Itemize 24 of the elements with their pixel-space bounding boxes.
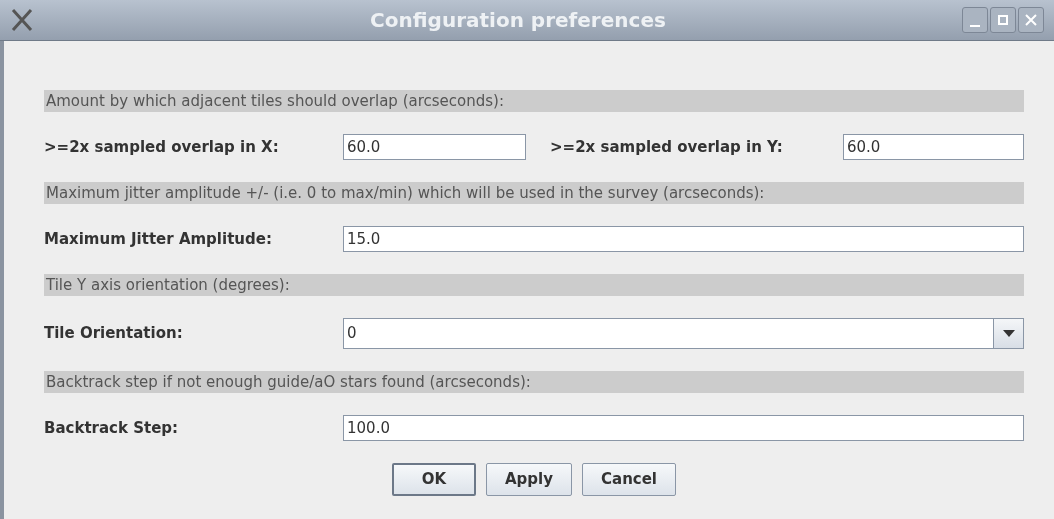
dialog-button[interactable]: Cancel <box>582 463 676 496</box>
window-title: Configuration preferences <box>369 7 667 34</box>
section-heading: Amount by which adjacent tiles should overlap (arcseconds): <box>44 90 1024 112</box>
section-heading: Maximum jitter amplitude +/- (i.e. 0 to max/min) which will be used in the survey (arcseconds): <box>44 182 1024 204</box>
section-heading: Tile Y axis orientation (degrees): <box>44 274 1024 296</box>
dialog-button[interactable]: OK <box>392 463 476 496</box>
field-label: Backtrack Step: <box>44 417 180 439</box>
text-field[interactable]: 60.0 <box>843 134 1024 160</box>
text-field[interactable]: 60.0 <box>343 134 526 160</box>
text-field[interactable]: 15.0 <box>343 226 1024 252</box>
maximize-button[interactable] <box>990 7 1016 33</box>
field-label: >=2x sampled overlap in Y: <box>550 136 784 158</box>
close-button[interactable] <box>1018 7 1044 33</box>
minimize-button[interactable] <box>962 7 988 33</box>
field-label: Maximum Jitter Amplitude: <box>44 228 273 250</box>
section-heading: Backtrack step if not enough guide/aO stars found (arcseconds): <box>44 371 1024 393</box>
dropdown[interactable]: 0 <box>343 318 1024 349</box>
text-field[interactable]: 100.0 <box>343 415 1024 441</box>
close-icon[interactable] <box>10 8 34 32</box>
field-label: Tile Orientation: <box>44 323 184 345</box>
dialog-button[interactable]: Apply <box>486 463 572 496</box>
field-label: >=2x sampled overlap in X: <box>44 136 280 158</box>
dropdown-value: 0 <box>346 323 358 345</box>
close-icon <box>1025 14 1037 26</box>
